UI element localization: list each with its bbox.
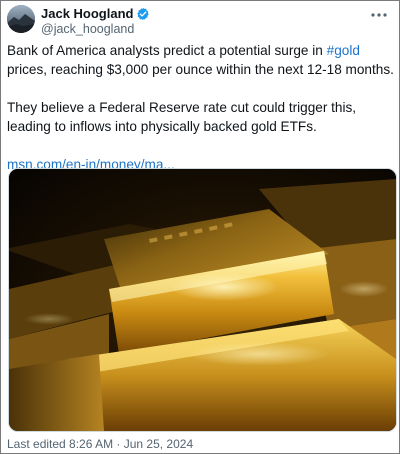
author-display-name[interactable]: Jack Hoogland bbox=[41, 6, 133, 21]
tweet-header: Jack Hoogland @jack_hoogland bbox=[7, 5, 393, 39]
author-block: Jack Hoogland @jack_hoogland bbox=[41, 6, 150, 37]
gold-bars-photo[interactable] bbox=[8, 168, 397, 432]
tweet-text-segment: prices, reaching $3,000 per ounce within… bbox=[7, 62, 394, 77]
tweet-text: Bank of America analysts predict a poten… bbox=[7, 41, 395, 174]
tweet-text-segment: Bank of America analysts predict a poten… bbox=[7, 43, 327, 58]
more-options-icon[interactable] bbox=[369, 7, 389, 23]
edit-timestamp[interactable]: Last edited 8:26 AM · Jun 25, 2024 bbox=[7, 437, 193, 451]
tweet-paragraph-1: Bank of America analysts predict a poten… bbox=[7, 41, 395, 79]
hashtag-gold-link[interactable]: #gold bbox=[327, 43, 360, 58]
author-handle[interactable]: @jack_hoogland bbox=[41, 22, 150, 37]
avatar[interactable] bbox=[7, 5, 35, 33]
tweet-paragraph-2: They believe a Federal Reserve rate cut … bbox=[7, 100, 357, 134]
verified-badge-icon bbox=[136, 7, 150, 21]
tweet-card: Jack Hoogland @jack_hoogland Bank of Ame… bbox=[0, 0, 400, 454]
